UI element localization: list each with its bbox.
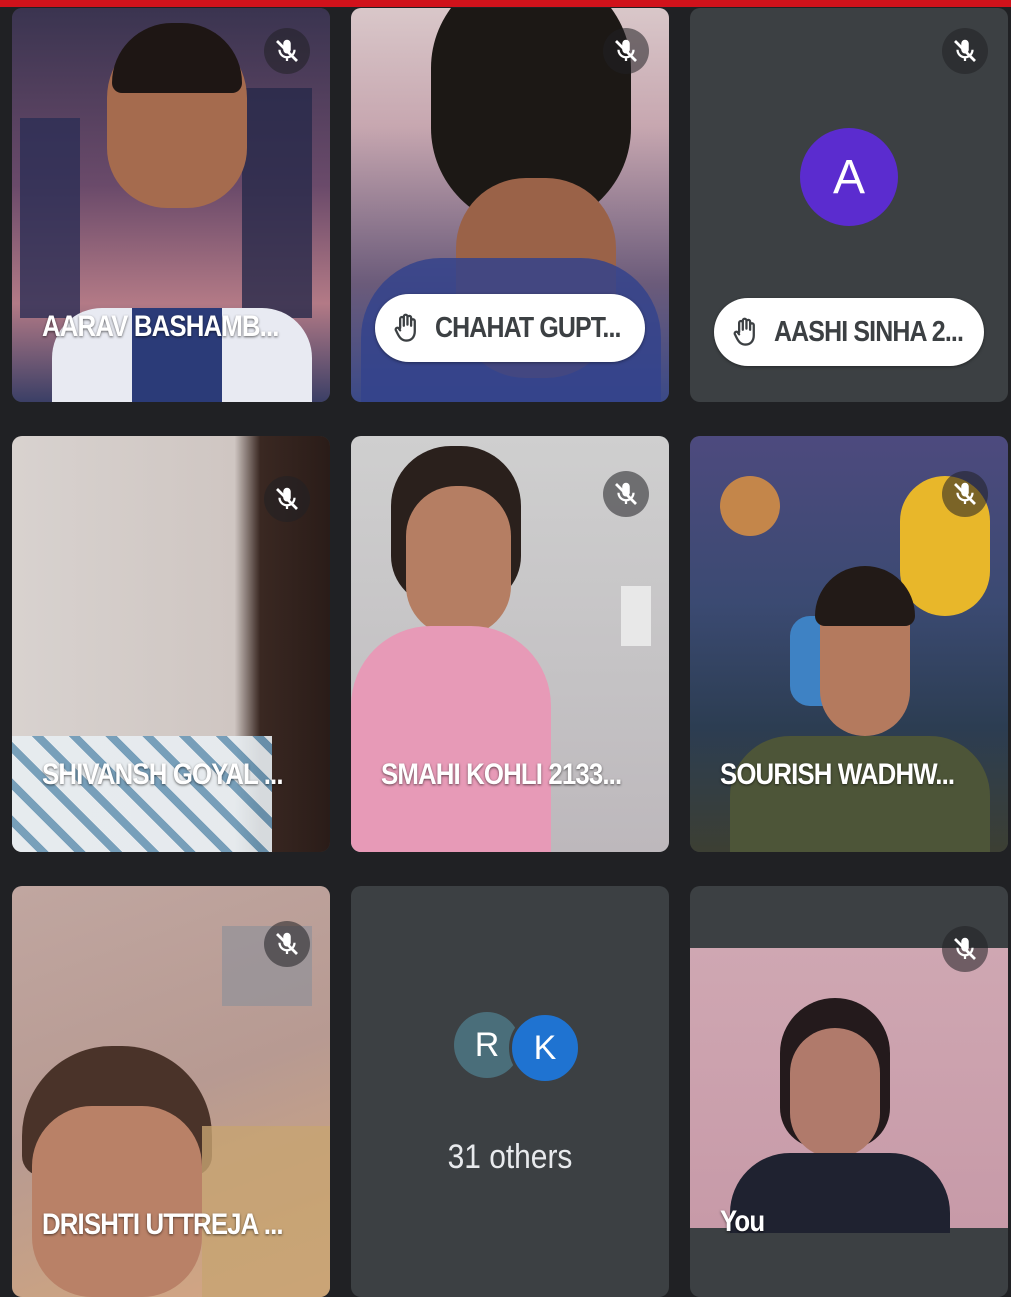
participant-tile-shivansh[interactable]: SHIVANSH GOYAL ... (12, 436, 330, 852)
participant-name: SMAHI KOHLI 2133... (381, 758, 622, 791)
participant-name: SOURISH WADHW... (720, 758, 955, 791)
participant-name: AARAV BASHAMB... (42, 310, 279, 343)
participant-tile-chahat[interactable]: CHAHAT GUPT... (351, 8, 669, 402)
others-tile[interactable]: R K 31 others (351, 886, 669, 1297)
raised-hand-icon (394, 313, 416, 342)
participant-name: DRISHTI UTTREJA ... (42, 1208, 284, 1241)
participant-tile-smahi[interactable]: SMAHI KOHLI 2133... (351, 436, 669, 852)
participant-name: You (720, 1205, 765, 1238)
mic-off-icon (942, 926, 988, 972)
mic-off-icon (264, 921, 310, 967)
mic-off-icon (942, 471, 988, 517)
participant-tile-aashi[interactable]: A AASHI SINHA 2... (690, 8, 1008, 402)
raised-hand-name-pill: CHAHAT GUPT... (375, 294, 645, 362)
video-feed (690, 948, 1008, 1233)
mic-off-icon (942, 28, 988, 74)
participant-tile-sourish[interactable]: SOURISH WADHW... (690, 436, 1008, 852)
mic-off-icon (603, 28, 649, 74)
top-accent-bar (0, 0, 1011, 7)
avatar: A (800, 128, 898, 226)
participant-tile-aarav[interactable]: AARAV BASHAMB... (12, 8, 330, 402)
mic-off-icon (264, 28, 310, 74)
raised-hand-icon (733, 317, 755, 346)
participant-name: CHAHAT GUPT... (435, 311, 621, 344)
participant-name: AASHI SINHA 2... (774, 315, 964, 348)
others-count-label: 31 others (447, 1138, 573, 1176)
raised-hand-name-pill: AASHI SINHA 2... (714, 298, 984, 366)
avatar: K (509, 1012, 581, 1084)
participant-tile-self[interactable]: You (690, 886, 1008, 1297)
mic-off-icon (264, 476, 310, 522)
participant-tile-drishti[interactable]: DRISHTI UTTREJA ... (12, 886, 330, 1297)
mic-off-icon (603, 471, 649, 517)
participant-name: SHIVANSH GOYAL ... (42, 758, 284, 791)
